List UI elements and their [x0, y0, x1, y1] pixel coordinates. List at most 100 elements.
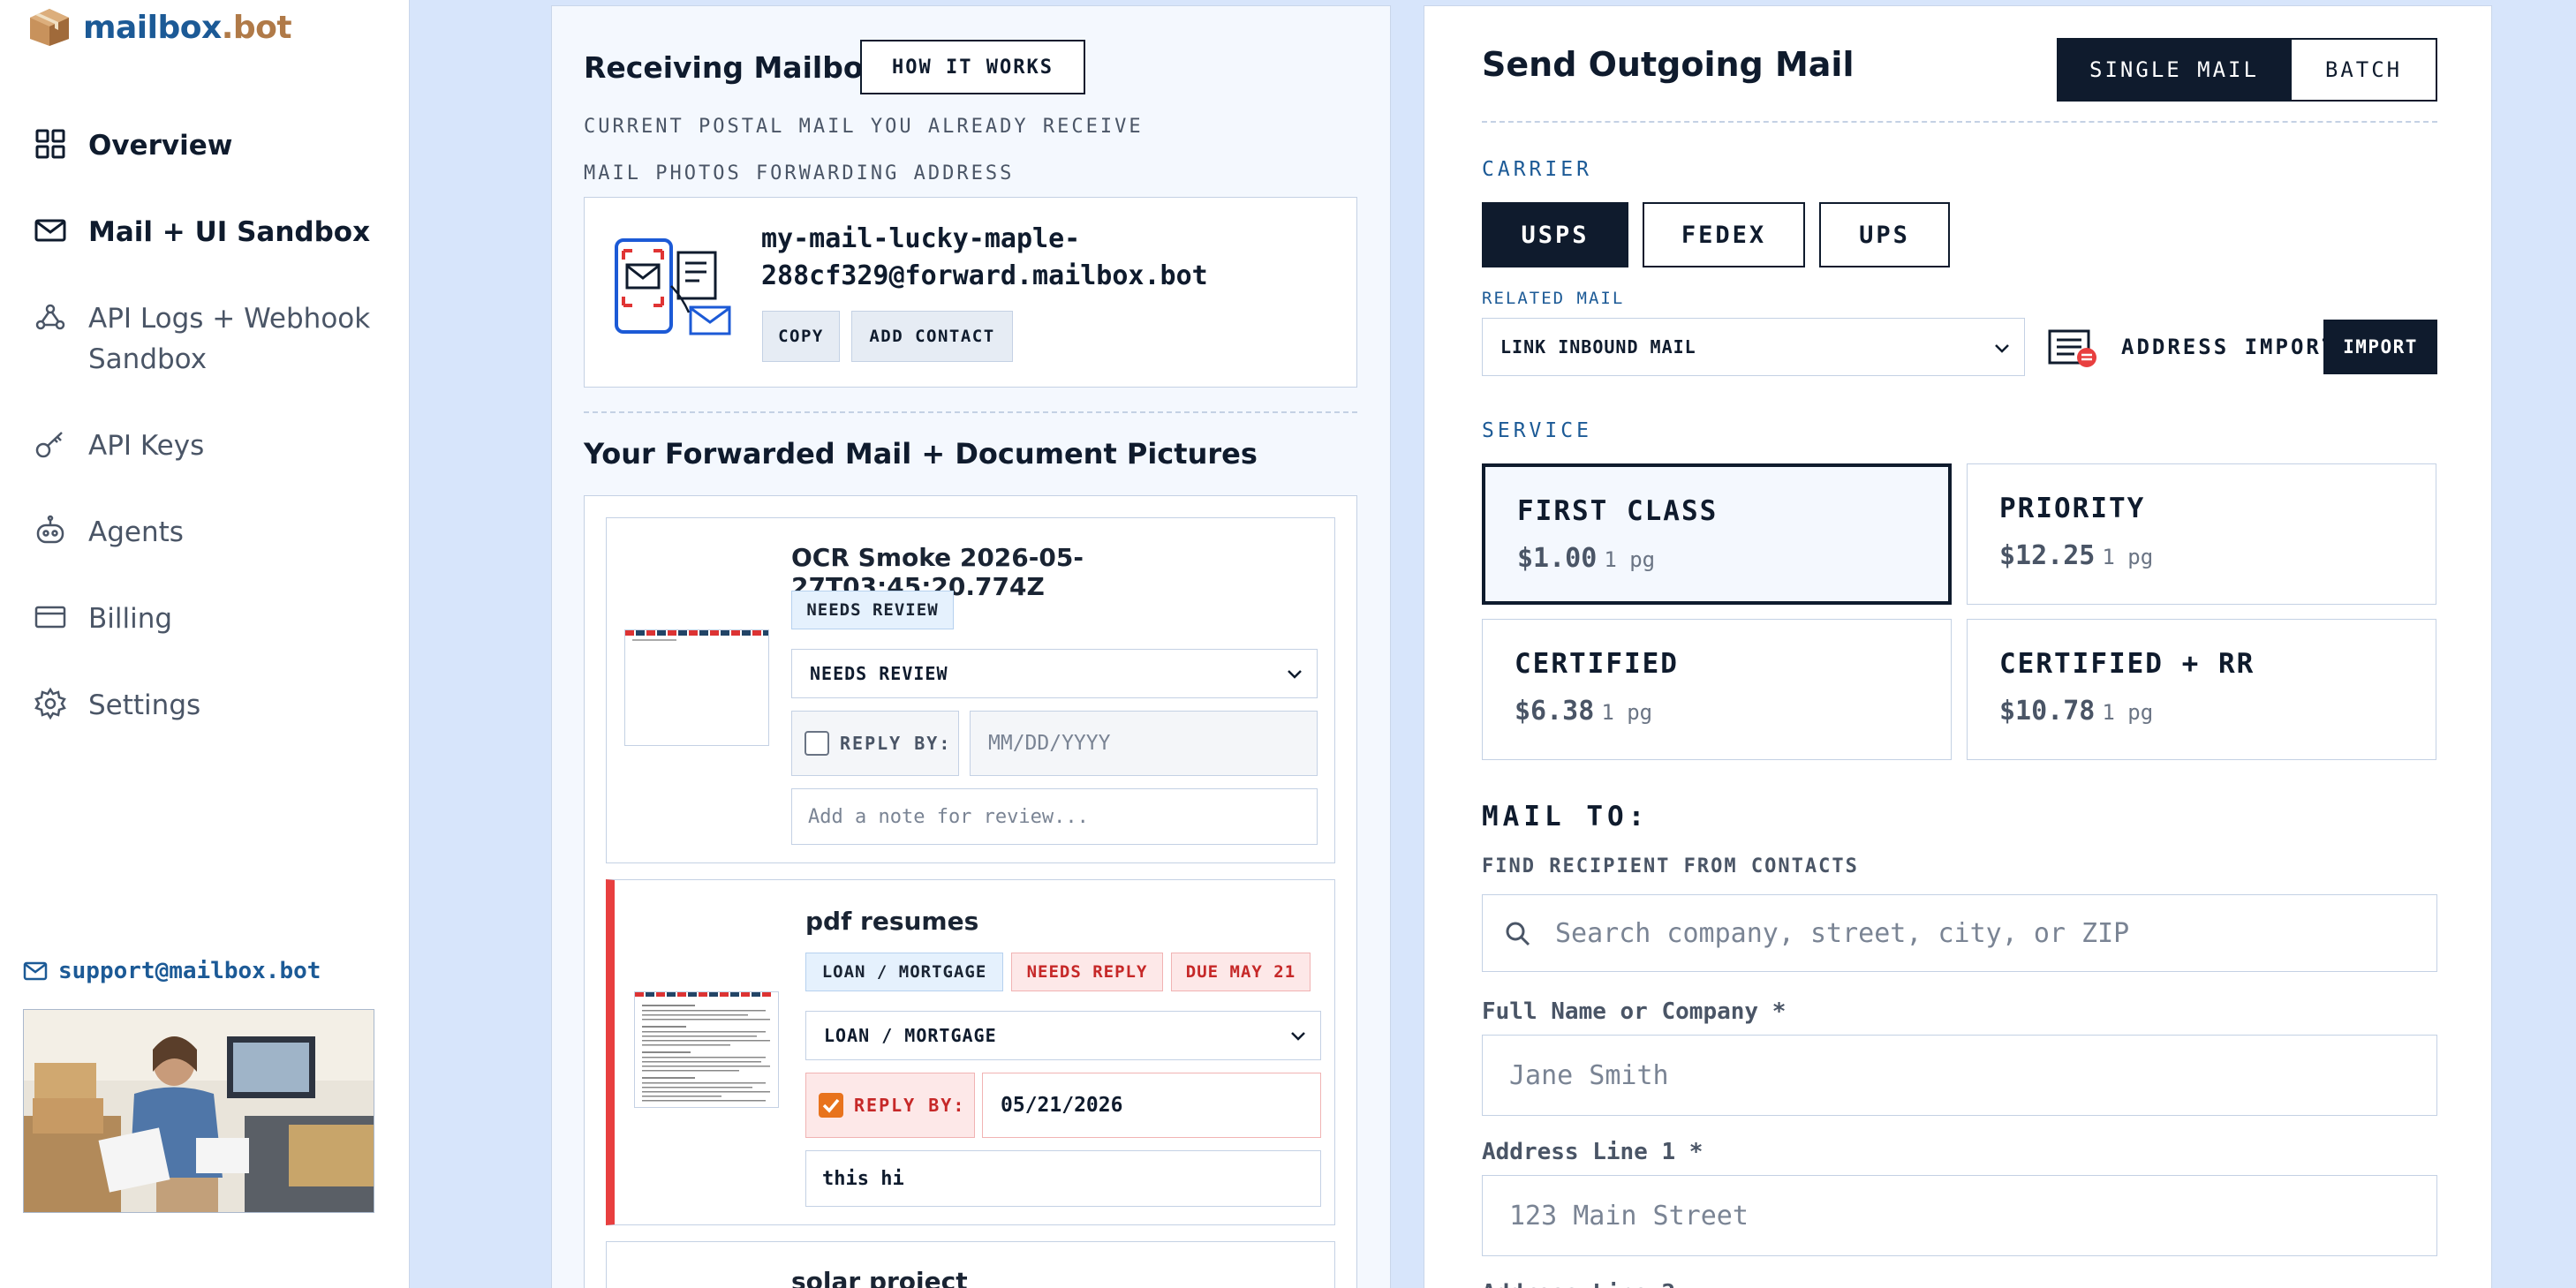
address-import-icon — [2048, 329, 2096, 367]
reply-date-placeholder: MM/DD/YYYY — [988, 732, 1111, 755]
service-price: $6.38 — [1515, 696, 1595, 727]
webhook-icon — [34, 300, 67, 334]
service-label: SERVICE — [1482, 419, 1592, 442]
chevron-down-icon — [1288, 670, 1302, 679]
import-button[interactable]: IMPORT — [2323, 320, 2437, 374]
tab-single-mail[interactable]: SINGLE MAIL — [2057, 38, 2292, 102]
forwarding-label: MAIL PHOTOS FORWARDING ADDRESS — [584, 162, 1015, 185]
service-option-first-class[interactable]: FIRST CLASS $1.00 1 pg — [1482, 463, 1952, 605]
service-pages: 1 pg — [2102, 545, 2154, 569]
mail-thumbnail[interactable] — [634, 991, 779, 1108]
how-it-works-button[interactable]: HOW IT WORKS — [860, 40, 1085, 94]
full-name-placeholder: Jane Smith — [1509, 1059, 1669, 1091]
recipient-search-input[interactable]: Search company, street, city, or ZIP — [1482, 894, 2437, 972]
review-note-placeholder: Add a note for review... — [808, 805, 1089, 828]
carrier-usps[interactable]: USPS — [1482, 202, 1628, 267]
sidebar-item-agents[interactable]: Agents — [34, 512, 387, 553]
receiving-mailbox-panel: Receiving Mailbox HOW IT WORKS CURRENT P… — [551, 5, 1391, 1288]
address1-input[interactable]: 123 Main Street — [1482, 1175, 2437, 1256]
service-pages: 1 pg — [1601, 700, 1653, 725]
support-link[interactable]: support@mailbox.bot — [23, 958, 321, 984]
mail-item-card[interactable]: pdf resumes LOAN / MORTGAGE NEEDS REPLY … — [606, 879, 1335, 1225]
service-pages: 1 pg — [1604, 547, 1656, 572]
reply-by-label: REPLY BY: — [840, 733, 952, 754]
reply-date-input[interactable]: 05/21/2026 — [982, 1073, 1321, 1138]
forwarded-mail-title: Your Forwarded Mail + Document Pictures — [584, 437, 1258, 471]
full-name-input[interactable]: Jane Smith — [1482, 1035, 2437, 1116]
logo[interactable]: mailbox.bot — [28, 7, 292, 48]
grid-icon — [34, 127, 67, 161]
tab-batch[interactable]: BATCH — [2290, 38, 2437, 102]
sidebar-item-label: API Logs + Webhook Sandbox — [88, 303, 371, 375]
divider — [584, 411, 1357, 413]
envelope-icon — [23, 961, 48, 981]
service-name: FIRST CLASS — [1517, 495, 1719, 527]
status-badge: NEEDS REVIEW — [791, 591, 954, 629]
sidebar-nav: Overview Mail + UI Sandbox API Logs + We… — [34, 125, 387, 772]
carrier-ups[interactable]: UPS — [1819, 202, 1950, 267]
reply-by-label: REPLY BY: — [854, 1095, 966, 1116]
sidebar-item-label: Mail + UI Sandbox — [88, 216, 371, 248]
related-mail-value: LINK INBOUND MAIL — [1500, 336, 1696, 358]
reply-by-toggle[interactable]: REPLY BY: — [805, 1073, 975, 1138]
status-select-value: NEEDS REVIEW — [810, 663, 948, 684]
receiving-title: Receiving Mailbox — [584, 50, 882, 85]
category-select[interactable]: LOAN / MORTGAGE — [805, 1011, 1321, 1060]
service-option-certified[interactable]: CERTIFIED $6.38 1 pg — [1482, 619, 1952, 760]
reply-by-toggle[interactable]: REPLY BY: — [791, 711, 959, 776]
reply-by-checkbox[interactable] — [819, 1093, 843, 1118]
divider — [1482, 121, 2437, 123]
carrier-fedex[interactable]: FEDEX — [1643, 202, 1805, 267]
sidebar: mailbox.bot Overview Mail + UI Sandbox A… — [0, 0, 410, 1288]
review-note-input[interactable]: Add a note for review... — [791, 788, 1318, 845]
reply-by-checkbox[interactable] — [805, 731, 829, 756]
service-pages: 1 pg — [2102, 700, 2154, 725]
reply-date-input[interactable]: MM/DD/YYYY — [970, 711, 1318, 776]
category-badge: LOAN / MORTGAGE — [805, 953, 1003, 991]
copy-button[interactable]: COPY — [762, 311, 840, 362]
service-name: PRIORITY — [1999, 493, 2146, 524]
sidebar-item-settings[interactable]: Settings — [34, 685, 387, 726]
sidebar-item-api-keys[interactable]: API Keys — [34, 426, 387, 466]
checkmark-icon — [822, 1098, 840, 1113]
needs-reply-badge: NEEDS REPLY — [1011, 953, 1163, 991]
review-note-input[interactable]: this hi — [805, 1150, 1321, 1207]
sidebar-item-mail-sandbox[interactable]: Mail + UI Sandbox — [34, 212, 387, 252]
logo-text-suffix: .bot — [221, 9, 292, 46]
sidebar-item-overview[interactable]: Overview — [34, 125, 387, 166]
reply-date-value: 05/21/2026 — [1001, 1094, 1123, 1117]
envelope-icon — [34, 214, 67, 247]
mail-item-card[interactable]: solar project — [606, 1241, 1335, 1288]
robot-icon — [34, 514, 67, 547]
promo-photo — [23, 1009, 374, 1213]
service-option-certified-rr[interactable]: CERTIFIED + RR $10.78 1 pg — [1967, 619, 2436, 760]
service-price: $1.00 — [1517, 543, 1598, 574]
search-icon — [1506, 922, 1530, 946]
sidebar-item-api-logs[interactable]: API Logs + Webhook Sandbox — [34, 298, 387, 380]
logo-text-primary: mailbox — [83, 9, 222, 46]
mail-item-title: pdf resumes — [805, 907, 979, 936]
mail-list: OCR Smoke 2026-05-27T03:45:20.774Z NEEDS… — [584, 495, 1357, 1288]
package-icon — [28, 7, 71, 48]
mail-item-card[interactable]: OCR Smoke 2026-05-27T03:45:20.774Z NEEDS… — [606, 517, 1335, 863]
find-recipient-label: FIND RECIPIENT FROM CONTACTS — [1482, 855, 1859, 877]
outgoing-title: Send Outgoing Mail — [1482, 45, 1855, 84]
sidebar-item-billing[interactable]: Billing — [34, 599, 387, 639]
sidebar-item-label: Settings — [88, 689, 201, 721]
address2-label: Address Line 2 — [1482, 1280, 1675, 1288]
carrier-label: CARRIER — [1482, 158, 1592, 181]
current-mail-label: CURRENT POSTAL MAIL YOU ALREADY RECEIVE — [584, 116, 1144, 138]
service-price: $12.25 — [1999, 540, 2096, 571]
add-contact-button[interactable]: ADD CONTACT — [851, 311, 1013, 362]
support-email: support@mailbox.bot — [58, 958, 321, 984]
address1-placeholder: 123 Main Street — [1509, 1200, 1749, 1232]
related-mail-select[interactable]: LINK INBOUND MAIL — [1482, 318, 2025, 376]
service-name: CERTIFIED — [1515, 648, 1679, 680]
review-note-value: this hi — [822, 1167, 904, 1190]
status-select[interactable]: NEEDS REVIEW — [791, 649, 1318, 698]
mail-to-label: MAIL TO: — [1482, 801, 1650, 832]
address-import-label: ADDRESS IMPORT — [2121, 335, 2338, 359]
mail-thumbnail[interactable] — [624, 629, 769, 746]
service-option-priority[interactable]: PRIORITY $12.25 1 pg — [1967, 463, 2436, 605]
mail-scan-icon — [615, 238, 731, 335]
